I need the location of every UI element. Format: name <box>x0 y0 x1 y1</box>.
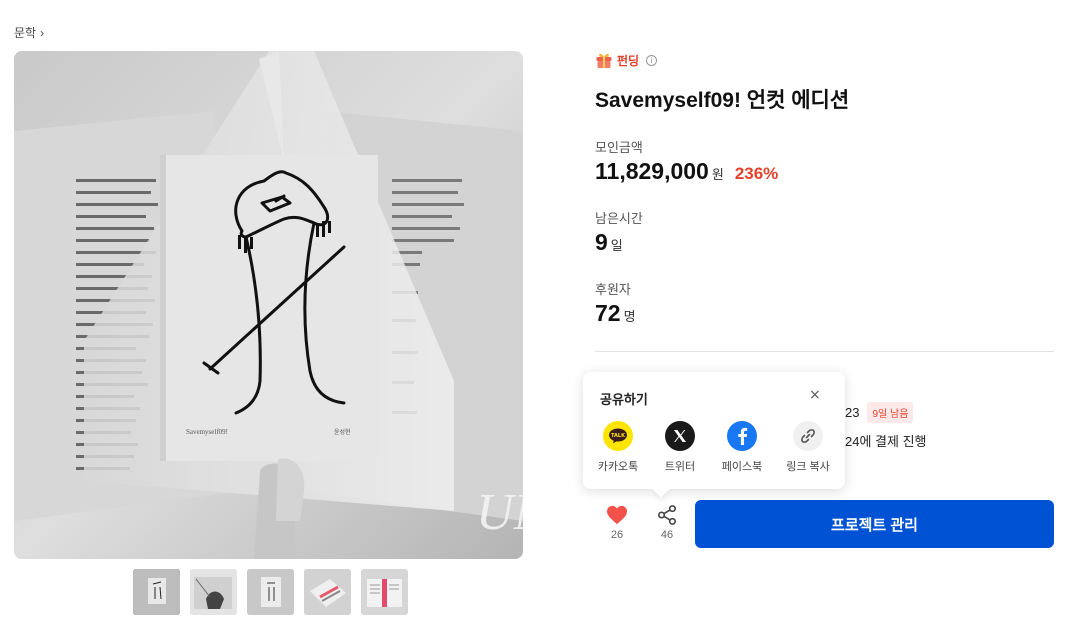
remaining-time-label: 남은시간 <box>595 211 643 226</box>
share-kakaotalk-label: 카카오톡 <box>597 461 639 473</box>
funding-label: 펀딩 <box>617 53 640 68</box>
share-copy-link[interactable]: 링크 복사 <box>780 421 836 474</box>
thumbnail-image <box>190 569 237 615</box>
breadcrumb[interactable]: 문학 › <box>14 24 44 41</box>
payment-schedule: 24에 결제 진행 <box>845 434 927 449</box>
chevron-right-icon: › <box>40 25 45 40</box>
achievement-rate: 236% <box>734 164 779 183</box>
share-twitter[interactable]: 트위터 <box>652 421 708 474</box>
share-button[interactable]: 46 <box>645 505 689 541</box>
remaining-time-value: 9 <box>595 229 608 255</box>
backers: 72 명 <box>595 300 636 327</box>
facebook-icon <box>727 421 757 451</box>
book-photo: Savemyself09! 윤성현 UN <box>14 51 523 559</box>
raised-amount: 11,829,000 원 236% <box>595 158 778 185</box>
thumbnail-3[interactable] <box>247 569 294 615</box>
funding-tag: 펀딩 i <box>595 51 658 69</box>
thumbnail-4[interactable] <box>304 569 351 615</box>
kakaotalk-icon: TALK <box>603 421 633 451</box>
close-icon[interactable]: × <box>809 387 821 403</box>
share-icon <box>658 505 676 525</box>
backers-unit: 명 <box>623 309 636 324</box>
book-cover-author: 윤성현 <box>334 428 351 436</box>
funding-period: 23 9일 남음 <box>845 402 914 423</box>
side-lettering: UN <box>476 484 523 541</box>
share-kakaotalk[interactable]: TALK 카카오톡 <box>590 421 646 474</box>
share-twitter-label: 트위터 <box>664 461 696 473</box>
manage-project-button[interactable]: 프로젝트 관리 <box>695 500 1054 548</box>
raised-amount-unit: 원 <box>711 167 724 182</box>
thumbnail-image <box>133 569 180 615</box>
remaining-time: 9 일 <box>595 229 623 256</box>
like-button[interactable]: 26 <box>595 505 639 541</box>
thumbnail-image <box>247 569 294 615</box>
thumbnail-5[interactable] <box>361 569 408 615</box>
link-icon <box>793 421 823 451</box>
like-count: 26 <box>610 529 624 541</box>
backers-label: 후원자 <box>595 282 631 297</box>
thumbnail-image <box>304 569 351 615</box>
book-cover-title: Savemyself09! <box>186 428 228 436</box>
share-popup-title: 공유하기 <box>600 392 648 407</box>
project-title: Savemyself09! 언컷 에디션 <box>595 89 850 112</box>
funding-end-date: 23 <box>845 405 860 420</box>
thumbnail-strip[interactable] <box>133 569 408 615</box>
project-main-image: Savemyself09! 윤성현 UN <box>14 51 523 559</box>
raised-amount-value: 11,829,000 <box>595 158 709 184</box>
raised-amount-label: 모인금액 <box>595 140 643 155</box>
info-icon[interactable]: i <box>646 54 658 66</box>
thumbnail-2[interactable] <box>190 569 237 615</box>
x-twitter-icon <box>665 421 695 451</box>
heart-icon <box>607 505 627 525</box>
thumbnail-1[interactable] <box>133 569 180 615</box>
svg-text:TALK: TALK <box>611 433 626 439</box>
share-facebook-label: 페이스북 <box>721 461 763 473</box>
gift-icon <box>596 53 612 68</box>
share-facebook[interactable]: 페이스북 <box>714 421 770 474</box>
thumbnail-image <box>361 569 408 615</box>
divider <box>595 351 1054 352</box>
breadcrumb-category[interactable]: 문학 <box>14 24 36 41</box>
share-count: 46 <box>660 529 674 541</box>
remaining-time-unit: 일 <box>610 238 623 253</box>
days-left-badge: 9일 남음 <box>867 402 914 423</box>
share-popup: 공유하기 × TALK 카카오톡 트위터 페이스북 링크 복사 <box>583 372 845 489</box>
share-copy-link-label: 링크 복사 <box>786 461 830 473</box>
backers-value: 72 <box>595 300 621 326</box>
